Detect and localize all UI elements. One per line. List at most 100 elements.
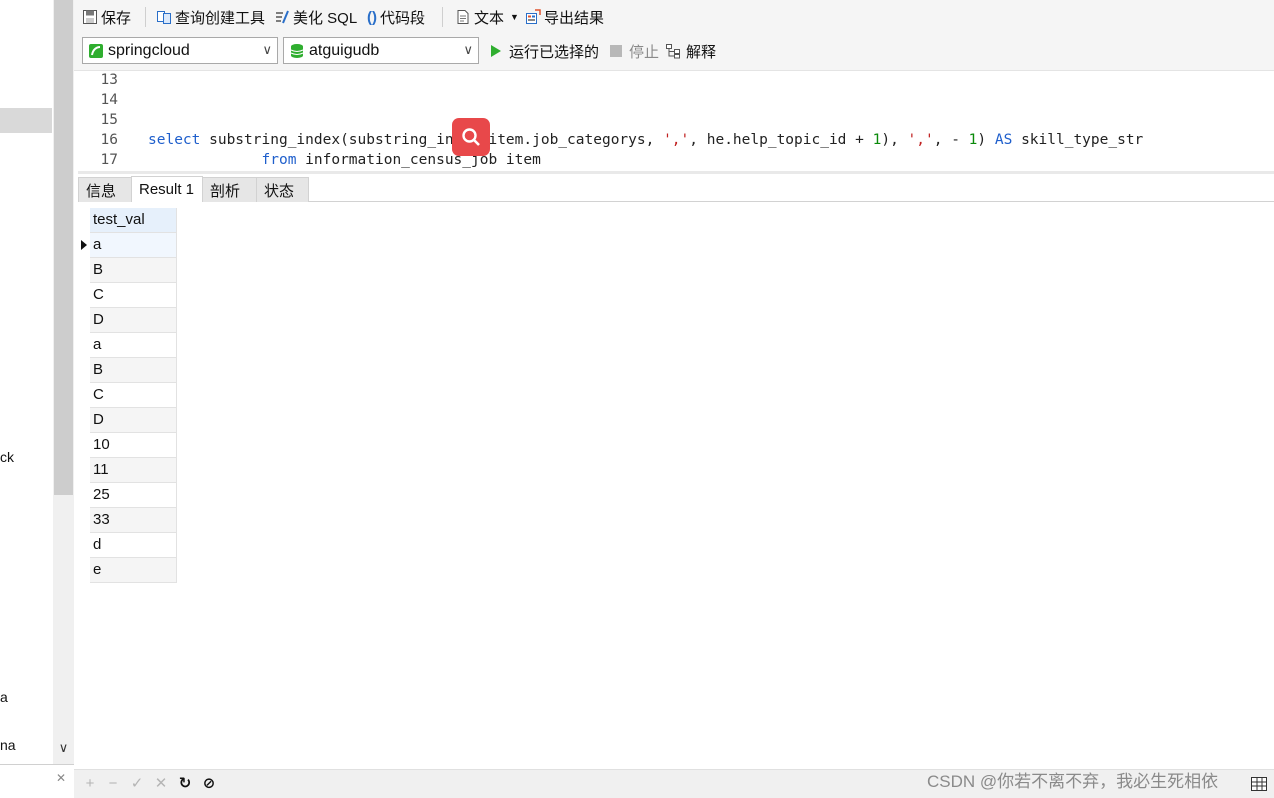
dropdown-arrow-icon[interactable]: ▼ xyxy=(510,12,519,22)
row-indicator[interactable] xyxy=(78,358,90,383)
discard-changes-icon[interactable]: ✕ xyxy=(153,776,169,792)
delete-record-icon[interactable]: − xyxy=(105,776,121,792)
text-mode-button[interactable]: 文本 ▼ xyxy=(455,6,519,28)
sql-editor[interactable]: 13 14 15 16 17 select substring_index(substr… xyxy=(78,71,1274,171)
tab-result-1[interactable]: Result 1 xyxy=(131,176,203,202)
row-indicator[interactable] xyxy=(78,333,90,358)
table-cell[interactable]: 33 xyxy=(90,508,177,533)
table-row[interactable]: 11 xyxy=(78,458,177,483)
save-button[interactable]: 保存 xyxy=(82,6,131,28)
table-row[interactable]: a xyxy=(78,333,177,358)
row-indicator[interactable] xyxy=(78,533,90,558)
table-cell[interactable]: 11 xyxy=(90,458,177,483)
clear-filter-icon[interactable]: ✕ xyxy=(56,771,66,785)
run-selected-label: 运行已选择的 xyxy=(509,43,600,61)
tab-profile[interactable]: 剖析 xyxy=(202,177,257,202)
stop-button[interactable]: 停止 xyxy=(608,40,659,62)
editor-splitter[interactable] xyxy=(78,171,1274,174)
row-indicator[interactable] xyxy=(78,458,90,483)
table-row[interactable]: 25 xyxy=(78,483,177,508)
connection-select[interactable]: springcloud ∨ xyxy=(82,37,278,64)
row-indicator[interactable] xyxy=(78,283,90,308)
navigator-scrollbar[interactable]: ∨ xyxy=(53,0,74,764)
refresh-icon[interactable]: ↻ xyxy=(177,776,193,792)
tab-info[interactable]: 信息 xyxy=(78,177,132,202)
table-row[interactable]: B xyxy=(78,258,177,283)
table-row[interactable]: C xyxy=(78,383,177,408)
table-row[interactable]: 33 xyxy=(78,508,177,533)
table-cell[interactable]: C xyxy=(90,383,177,408)
row-indicator[interactable] xyxy=(78,308,90,333)
tab-label: Result 1 xyxy=(139,181,195,198)
table-cell[interactable]: e xyxy=(90,558,177,583)
table-cell[interactable]: a xyxy=(90,333,177,358)
navigator-filter-field[interactable]: ✕ xyxy=(0,764,74,798)
table-row[interactable]: B xyxy=(78,358,177,383)
table-cell[interactable]: 25 xyxy=(90,483,177,508)
navigator-item-fragment[interactable]: ck xyxy=(0,449,14,465)
floating-search-button[interactable] xyxy=(452,118,490,156)
save-icon xyxy=(83,10,97,24)
connection-name: springcloud xyxy=(108,41,190,59)
row-indicator[interactable] xyxy=(78,258,90,283)
navigator-selected-item[interactable] xyxy=(0,108,52,133)
code-token: ), xyxy=(881,132,908,148)
database-select[interactable]: atguigudb ∨ xyxy=(283,37,479,64)
row-indicator[interactable] xyxy=(78,508,90,533)
grid-view-icon[interactable] xyxy=(1250,775,1268,793)
line-number: 14 xyxy=(100,92,118,108)
table-cell[interactable]: D xyxy=(90,408,177,433)
table-cell[interactable]: a xyxy=(90,233,177,258)
add-record-icon[interactable]: + xyxy=(82,776,98,792)
table-cell[interactable]: B xyxy=(90,258,177,283)
export-results-button[interactable]: 导出结果 xyxy=(525,6,604,28)
document-icon xyxy=(457,10,469,24)
search-icon xyxy=(462,128,480,146)
navigator-item-fragment[interactable]: a xyxy=(0,689,8,705)
table-row[interactable]: C xyxy=(78,283,177,308)
stop-refresh-icon[interactable]: ⊘ xyxy=(201,776,217,792)
line-number-gutter: 13 14 15 16 17 xyxy=(78,71,140,171)
apply-changes-icon[interactable]: ✓ xyxy=(129,776,145,792)
beautify-sql-button[interactable]: 美化 SQL xyxy=(274,6,357,28)
table-row[interactable]: d xyxy=(78,533,177,558)
table-row[interactable]: a xyxy=(78,233,177,258)
navigator-scroll-thumb[interactable] xyxy=(54,0,73,495)
navigator-pane: ck a na ∨ ✕ xyxy=(0,0,74,798)
tab-status[interactable]: 状态 xyxy=(256,177,309,202)
save-label: 保存 xyxy=(101,9,132,27)
table-row[interactable]: D xyxy=(78,308,177,333)
code-snippet-icon: () xyxy=(367,8,377,26)
table-row[interactable]: e xyxy=(78,558,177,583)
scroll-down-arrow-icon[interactable]: ∨ xyxy=(56,740,71,755)
code-snippet-button[interactable]: () 代码段 xyxy=(367,6,425,28)
column-header[interactable]: test_val xyxy=(90,208,177,233)
connection-bar: springcloud ∨ atguigudb ∨ 运行已选择的 停止 解释 xyxy=(74,34,1274,71)
navigator-item-fragment[interactable]: na xyxy=(0,737,16,753)
table-cell[interactable]: 10 xyxy=(90,433,177,458)
current-row-pointer-icon xyxy=(81,240,87,250)
table-cell[interactable]: B xyxy=(90,358,177,383)
row-indicator[interactable] xyxy=(78,233,90,258)
editor-toolbar: 保存 查询创建工具 美化 SQL () 代码段 文本 ▼ 导出结果 xyxy=(74,0,1274,34)
row-indicator[interactable] xyxy=(78,558,90,583)
table-cell[interactable]: C xyxy=(90,283,177,308)
table-row[interactable]: D xyxy=(78,408,177,433)
explain-label: 解释 xyxy=(686,43,717,61)
code-token: ) xyxy=(977,132,995,148)
run-selected-button[interactable]: 运行已选择的 xyxy=(488,40,599,62)
row-indicator[interactable] xyxy=(78,408,90,433)
explain-button[interactable]: 解释 xyxy=(665,40,716,62)
table-cell[interactable]: d xyxy=(90,533,177,558)
query-builder-button[interactable]: 查询创建工具 xyxy=(156,6,265,28)
row-indicator[interactable] xyxy=(78,433,90,458)
table-cell[interactable]: D xyxy=(90,308,177,333)
code-line[interactable]: select substring_index(substring_index(i… xyxy=(148,132,1143,148)
row-indicator[interactable] xyxy=(78,383,90,408)
row-indicator[interactable] xyxy=(78,483,90,508)
line-number: 17 xyxy=(100,152,118,168)
tab-label: 剖析 xyxy=(210,182,241,200)
beautify-sql-label: 美化 SQL xyxy=(293,9,358,27)
table-row[interactable]: 10 xyxy=(78,433,177,458)
